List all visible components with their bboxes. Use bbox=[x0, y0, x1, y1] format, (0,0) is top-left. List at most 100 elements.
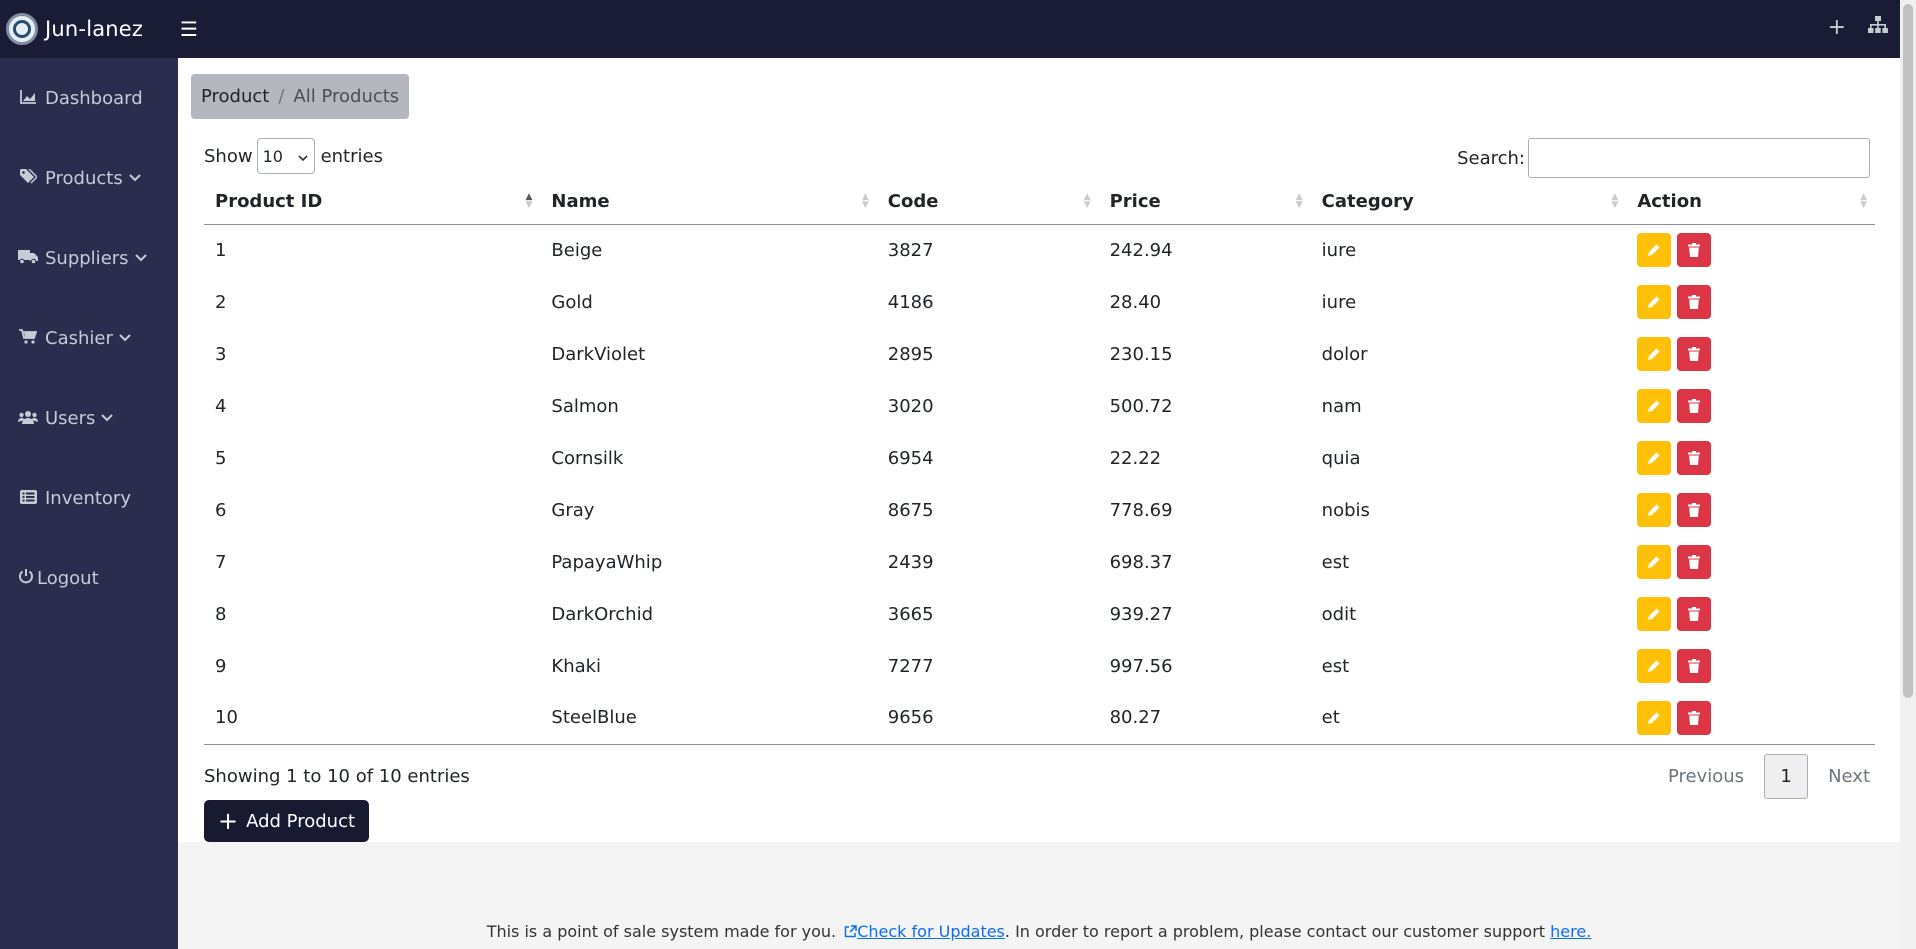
breadcrumb: Product / All Products bbox=[191, 74, 410, 119]
sidebar-item-suppliers[interactable]: Suppliers bbox=[0, 218, 178, 298]
column-header-category[interactable]: Category ▲ ▼ bbox=[1310, 180, 1627, 225]
delete-button[interactable] bbox=[1677, 649, 1712, 683]
column-header-action[interactable]: Action ▲ ▼ bbox=[1626, 180, 1875, 225]
sidebar-item-label: Cashier bbox=[45, 327, 113, 349]
edit-button[interactable] bbox=[1637, 649, 1672, 683]
chevron-down-icon bbox=[134, 251, 147, 265]
table-row: 10 SteelBlue 9656 80.27 et bbox=[204, 692, 1875, 745]
delete-button[interactable] bbox=[1677, 233, 1712, 268]
truck-icon bbox=[17, 249, 39, 268]
pencil-icon bbox=[1648, 244, 1660, 257]
cell-category: est bbox=[1321, 551, 1350, 573]
pencil-icon bbox=[1648, 608, 1660, 620]
cell-name: Cornsilk bbox=[551, 447, 624, 469]
footer: This is a point of sale system made for … bbox=[178, 922, 1900, 941]
edit-button[interactable] bbox=[1637, 389, 1672, 423]
cell-price: 242.94 bbox=[1109, 239, 1173, 261]
edit-button[interactable] bbox=[1637, 337, 1672, 371]
table-body: 1 Beige 3827 242.94 iure 2 Gold 4186 28.… bbox=[204, 224, 1875, 745]
cell-price: 22.22 bbox=[1109, 447, 1162, 469]
cell-price: 997.56 bbox=[1109, 655, 1173, 677]
column-header-name[interactable]: Name ▲ ▼ bbox=[540, 180, 877, 225]
external-link-icon bbox=[844, 925, 857, 938]
delete-button[interactable] bbox=[1677, 493, 1712, 527]
delete-button[interactable] bbox=[1677, 545, 1712, 579]
trash-icon bbox=[1688, 399, 1701, 413]
column-header-code[interactable]: Code ▲ ▼ bbox=[876, 180, 1099, 225]
edit-button[interactable] bbox=[1637, 493, 1672, 527]
delete-button[interactable] bbox=[1677, 389, 1712, 423]
trash-icon bbox=[1688, 607, 1701, 621]
cell-price: 698.37 bbox=[1109, 551, 1173, 573]
check-updates-link[interactable]: Check for Updates bbox=[841, 922, 1005, 941]
plus-icon[interactable]: + bbox=[1828, 16, 1846, 40]
footer-text-middle: . In order to report a problem, please c… bbox=[1004, 922, 1546, 941]
cell-price: 778.69 bbox=[1109, 499, 1173, 521]
sidebar: Dashboard Products Suppliers Cashier Use… bbox=[0, 58, 178, 949]
cell-price: 80.27 bbox=[1098, 692, 1311, 745]
delete-button[interactable] bbox=[1677, 337, 1712, 371]
edit-button[interactable] bbox=[1637, 285, 1672, 319]
delete-button[interactable] bbox=[1677, 441, 1712, 475]
add-product-label: Add Product bbox=[246, 810, 356, 832]
breadcrumb-current: All Products bbox=[293, 86, 400, 107]
column-header-price[interactable]: Price ▲ ▼ bbox=[1098, 180, 1311, 225]
chevron-down-icon bbox=[298, 147, 308, 166]
page-scrollbar[interactable] bbox=[1900, 0, 1916, 949]
pencil-icon bbox=[1648, 296, 1660, 308]
cell-price: 28.40 bbox=[1109, 291, 1162, 313]
cell-action bbox=[1626, 484, 1875, 536]
sitemap-icon[interactable] bbox=[1868, 16, 1888, 40]
edit-button[interactable] bbox=[1637, 597, 1672, 631]
chevron-down-icon bbox=[129, 171, 141, 185]
sidebar-item-inventory[interactable]: Inventory bbox=[0, 458, 178, 538]
pencil-icon bbox=[1648, 452, 1660, 464]
table-row: 1 Beige 3827 242.94 iure bbox=[204, 224, 1875, 276]
cell-category: dolor bbox=[1321, 343, 1368, 365]
pencil-icon bbox=[1648, 348, 1660, 360]
cell-action bbox=[1626, 328, 1875, 380]
add-product-button[interactable]: + Add Product bbox=[204, 800, 370, 842]
edit-button[interactable] bbox=[1637, 233, 1672, 268]
sidebar-item-logout[interactable]: Logout bbox=[0, 538, 178, 618]
entries-label: entries bbox=[320, 145, 383, 167]
pagination: Previous 1 Next bbox=[1668, 754, 1870, 799]
entries-select-value: 10 bbox=[262, 146, 283, 166]
table-row: 4 Salmon 3020 500.72 nam bbox=[204, 380, 1875, 432]
sidebar-item-users[interactable]: Users bbox=[0, 378, 178, 458]
scrollbar-thumb[interactable] bbox=[1903, 4, 1913, 698]
table-row: 9 Khaki 7277 997.56 est bbox=[204, 640, 1875, 692]
cell-product-id: 8 bbox=[215, 603, 227, 625]
edit-button[interactable] bbox=[1637, 545, 1672, 579]
cell-name: Gold bbox=[551, 291, 593, 313]
cell-name: DarkViolet bbox=[551, 343, 646, 365]
support-link[interactable]: here. bbox=[1550, 922, 1591, 941]
hamburger-menu-icon[interactable]: ☰ bbox=[180, 17, 198, 41]
table-row: 2 Gold 4186 28.40 iure bbox=[204, 276, 1875, 328]
chart-area-icon bbox=[17, 89, 39, 108]
previous-page-button[interactable]: Previous bbox=[1668, 766, 1744, 787]
edit-button[interactable] bbox=[1637, 700, 1672, 735]
sidebar-item-label: Users bbox=[45, 407, 96, 429]
next-page-button[interactable]: Next bbox=[1828, 766, 1870, 787]
cell-product-id: 2 bbox=[215, 291, 227, 313]
column-header-product-id[interactable]: Product ID ▲ ▼ bbox=[204, 180, 541, 225]
delete-button[interactable] bbox=[1677, 700, 1712, 735]
cell-product-id: 10 bbox=[204, 692, 541, 745]
cell-action bbox=[1626, 692, 1875, 745]
brand[interactable]: Jun-lanez bbox=[0, 13, 178, 45]
delete-button[interactable] bbox=[1677, 285, 1712, 319]
sidebar-item-products[interactable]: Products bbox=[0, 138, 178, 218]
cell-product-id: 3 bbox=[215, 343, 227, 365]
page-button-current[interactable]: 1 bbox=[1764, 754, 1809, 799]
sidebar-item-cashier[interactable]: Cashier bbox=[0, 298, 178, 378]
cell-category: iure bbox=[1321, 291, 1357, 313]
breadcrumb-section[interactable]: Product bbox=[201, 86, 269, 107]
sidebar-item-dashboard[interactable]: Dashboard bbox=[0, 58, 178, 138]
entries-select[interactable]: 10 bbox=[256, 138, 315, 174]
search-input[interactable] bbox=[1528, 138, 1870, 178]
delete-button[interactable] bbox=[1677, 597, 1712, 631]
footer-text: This is a point of sale system made for … bbox=[486, 922, 837, 941]
edit-button[interactable] bbox=[1637, 441, 1672, 475]
cell-action bbox=[1626, 380, 1875, 432]
